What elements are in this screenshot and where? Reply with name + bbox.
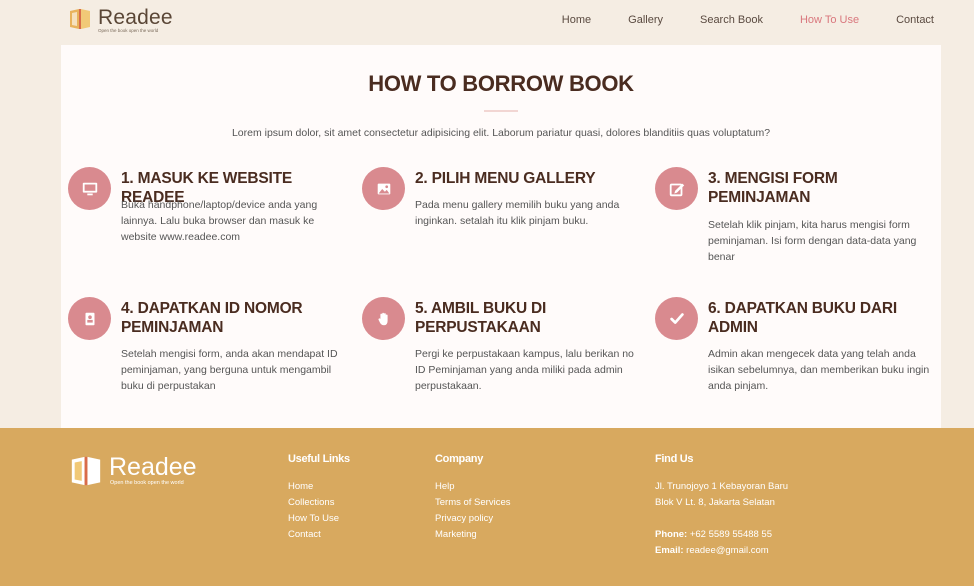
phone-label: Phone: (655, 529, 688, 540)
site-footer: Readee Open the book open the world Usef… (0, 428, 974, 586)
step-description: Pada menu gallery memilih buku yang anda… (415, 199, 620, 227)
footer-brand-tagline: Open the book open the world (110, 480, 184, 486)
id-card-icon (68, 297, 111, 340)
email-line: Email: readee@gmail.com (655, 543, 788, 559)
step-description: Buka handphone/laptop/device anda yang l… (121, 199, 318, 243)
book-logo-icon (68, 7, 92, 31)
footer-link-terms[interactable]: Terms of Services (435, 495, 511, 511)
footer-brand-name: Readee (109, 453, 197, 481)
step-description: Setelah mengisi form, anda akan mendapat… (121, 348, 338, 392)
section-intro: Lorem ipsum dolor, sit amet consectetur … (231, 127, 771, 139)
phone-value[interactable]: +62 5589 55488 55 (690, 529, 772, 540)
step-description: Setelah klik pinjam, kita harus mengisi … (708, 219, 917, 263)
step-title: 4. DAPATKAN ID NOMOR PEMINJAMAN (121, 300, 303, 336)
section-title: HOW TO BORROW BOOK (368, 71, 634, 96)
footer-heading: Company (435, 453, 484, 465)
step-title: 5. AMBIL BUKU DI PERPUSTAKAAN (415, 300, 547, 336)
edit-form-icon (655, 167, 698, 210)
step-title: 2. PILIH MENU GALLERY (415, 170, 596, 187)
nav-how-to-use[interactable]: How To Use (800, 14, 859, 26)
footer-link-home[interactable]: Home (288, 479, 350, 495)
footer-link-privacy[interactable]: Privacy policy (435, 511, 511, 527)
phone-line: Phone: +62 5589 55488 55 (655, 527, 788, 543)
how-to-borrow-section: HOW TO BORROW BOOK Lorem ipsum dolor, si… (61, 45, 941, 428)
step-description: Admin akan mengecek data yang telah anda… (708, 348, 930, 392)
footer-heading: Find Us (655, 453, 694, 465)
nav-home[interactable]: Home (562, 14, 591, 26)
brand-name: Readee (98, 6, 173, 29)
monitor-icon (68, 167, 111, 210)
nav-search-book[interactable]: Search Book (700, 14, 763, 26)
email-value[interactable]: readee@gmail.com (686, 545, 769, 556)
book-logo-icon (69, 454, 103, 488)
footer-brand-logo[interactable]: Readee Open the book open the world (69, 454, 197, 488)
nav-contact[interactable]: Contact (896, 14, 934, 26)
email-label: Email: (655, 545, 684, 556)
image-icon (362, 167, 405, 210)
footer-link-help[interactable]: Help (435, 479, 511, 495)
address-line: Jl. Trunojoyo 1 Kebayoran Baru (655, 481, 789, 492)
address-line: Blok V Lt. 8, Jakarta Selatan (655, 497, 775, 508)
step-title: 6. DAPATKAN BUKU DARI ADMIN (708, 300, 897, 336)
footer-useful-links: Useful Links Home Collections How To Use… (288, 453, 350, 543)
footer-heading: Useful Links (288, 453, 350, 465)
brand-logo[interactable]: Readee Open the book open the world (68, 7, 173, 33)
footer-link-marketing[interactable]: Marketing (435, 527, 511, 543)
step-title: 3. MENGISI FORM PEMINJAMAN (708, 170, 838, 206)
footer-link-collections[interactable]: Collections (288, 495, 350, 511)
footer-find-us: Find Us Jl. Trunojoyo 1 Kebayoran Baru B… (655, 453, 788, 559)
footer-link-contact[interactable]: Contact (288, 527, 350, 543)
step-description: Pergi ke perpustakaan kampus, lalu berik… (415, 348, 634, 392)
footer-link-how-to-use[interactable]: How To Use (288, 511, 350, 527)
check-icon (655, 297, 698, 340)
site-header: Readee Open the book open the world Home… (0, 0, 974, 44)
hand-icon (362, 297, 405, 340)
main-nav: Home Gallery Search Book How To Use Cont… (525, 14, 934, 26)
nav-gallery[interactable]: Gallery (628, 14, 663, 26)
footer-company: Company Help Terms of Services Privacy p… (435, 453, 511, 543)
title-divider (484, 110, 518, 112)
